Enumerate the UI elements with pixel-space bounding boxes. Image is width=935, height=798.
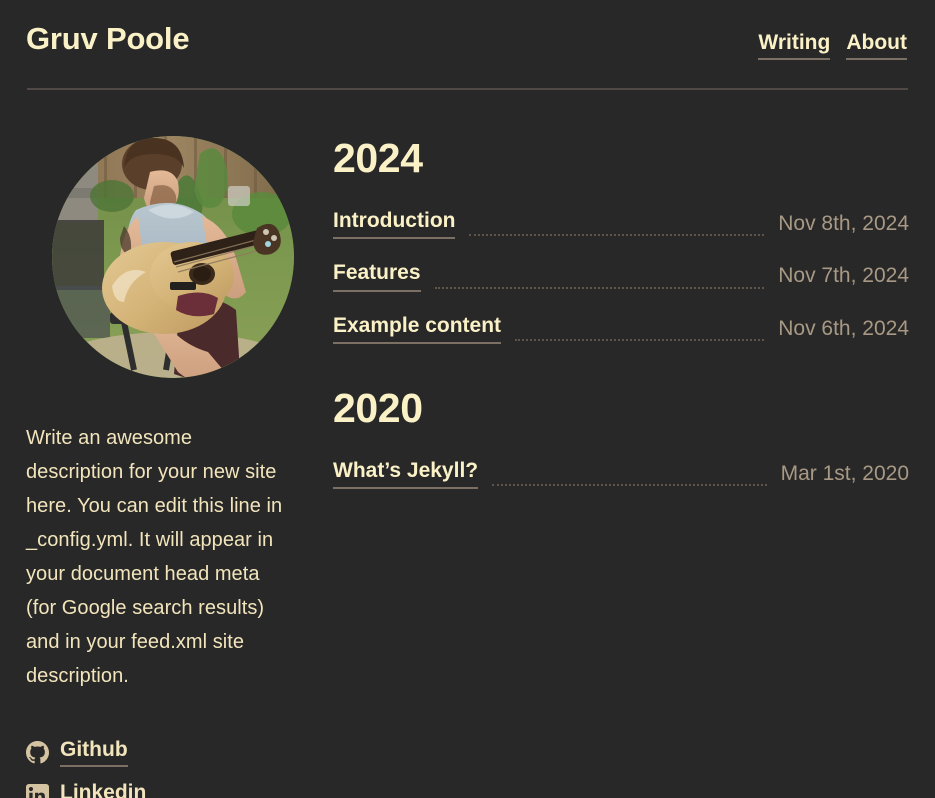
leader-dots — [434, 286, 765, 289]
post-row[interactable]: Introduction Nov 8th, 2024 — [333, 208, 909, 240]
post-row[interactable]: Features Nov 7th, 2024 — [333, 260, 909, 292]
year-heading: 2020 — [333, 384, 423, 431]
site-nav: Writing About — [758, 30, 909, 61]
post-date: Nov 6th, 2024 — [778, 316, 909, 340]
leader-dots — [492, 484, 767, 487]
year-group-2024: 2024 Introduction Nov 8th, 2024 Features… — [333, 138, 909, 344]
year-group-2020: 2020 What’s Jekyll? Mar 1st, 2020 — [333, 384, 909, 490]
post-row[interactable]: Example content Nov 6th, 2024 — [333, 313, 909, 344]
site-description: Write an awesome description for your ne… — [26, 427, 283, 688]
sidebar: Write an awesome description for your ne… — [26, 136, 308, 798]
post-title-link[interactable]: Features — [333, 260, 421, 292]
leader-dots — [515, 338, 765, 341]
content-area: Write an awesome description for your ne… — [26, 90, 909, 798]
avatar — [52, 136, 294, 379]
page-root: Gruv Poole Writing About Write an awesom… — [0, 0, 935, 798]
social-item-linkedin[interactable]: Linkedin — [26, 780, 308, 798]
post-title-link[interactable]: What’s Jekyll? — [333, 458, 479, 490]
social-item-github[interactable]: Github — [26, 737, 308, 768]
post-row[interactable]: What’s Jekyll? Mar 1st, 2020 — [333, 458, 909, 490]
post-date: Mar 1st, 2020 — [780, 461, 909, 485]
post-date: Nov 7th, 2024 — [778, 264, 909, 288]
post-date: Nov 8th, 2024 — [778, 212, 909, 236]
social-label-linkedin[interactable]: Linkedin — [60, 780, 146, 798]
post-title-link[interactable]: Example content — [333, 313, 502, 344]
site-title[interactable]: Gruv Poole — [26, 21, 190, 56]
social-links: Github Linkedin — [26, 737, 308, 798]
site-header: Gruv Poole Writing About — [26, 0, 909, 74]
avatar-image — [52, 136, 294, 379]
social-label-github[interactable]: Github — [60, 737, 128, 768]
post-title-link[interactable]: Introduction — [333, 208, 456, 240]
github-icon — [26, 740, 49, 764]
year-heading: 2024 — [333, 135, 423, 182]
nav-link-about[interactable]: About — [846, 30, 907, 61]
linkedin-icon — [26, 784, 49, 798]
leader-dots — [469, 234, 765, 237]
nav-link-writing[interactable]: Writing — [758, 30, 831, 61]
post-list: 2024 Introduction Nov 8th, 2024 Features… — [308, 136, 909, 510]
